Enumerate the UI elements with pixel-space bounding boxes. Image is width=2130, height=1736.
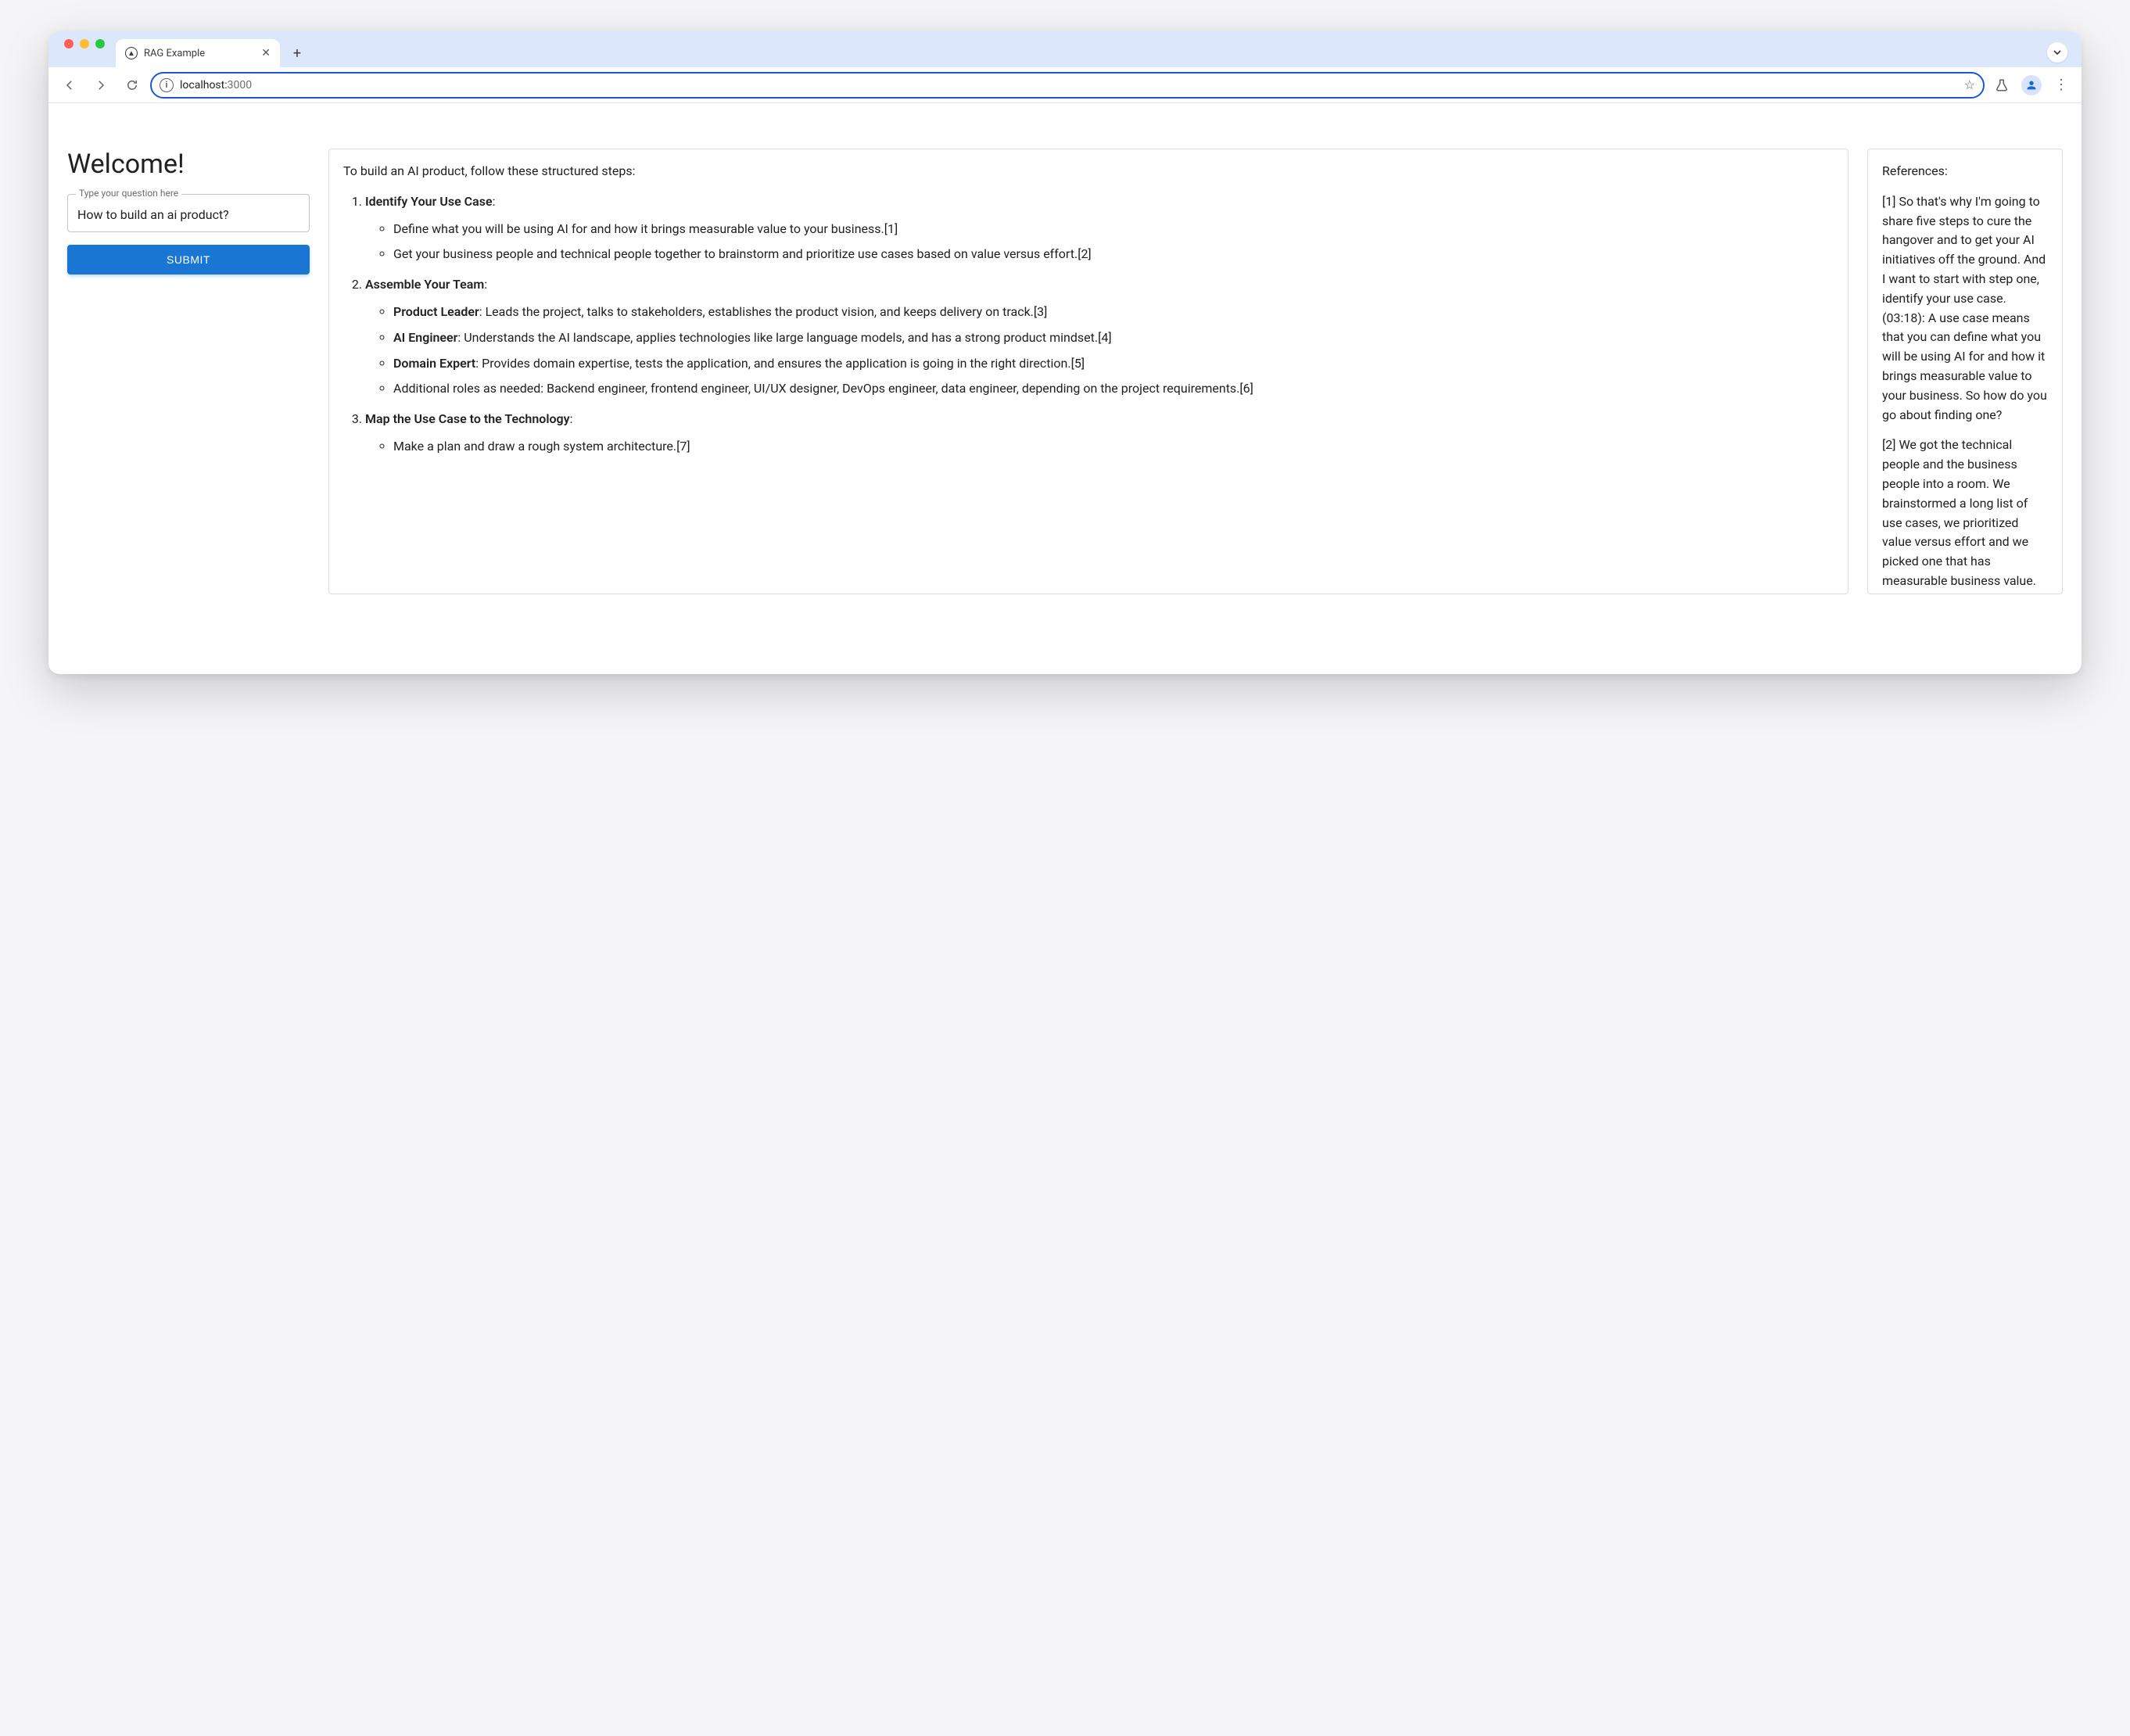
overflow-menu-button[interactable]: ⋮ bbox=[2049, 73, 2074, 98]
step-bullets: Product Leader: Leads the project, talks… bbox=[365, 303, 1834, 399]
references-card: References: [1] So that's why I'm going … bbox=[1867, 149, 2063, 594]
back-button[interactable] bbox=[56, 72, 83, 99]
tab-overflow-button[interactable] bbox=[2047, 42, 2067, 63]
close-window-button[interactable] bbox=[64, 39, 74, 48]
favicon-icon: ▲ bbox=[125, 47, 138, 59]
reference-item: [1] So that's why I'm going to share fiv… bbox=[1882, 192, 2048, 425]
close-tab-button[interactable]: ✕ bbox=[261, 47, 271, 59]
maximize-window-button[interactable] bbox=[95, 39, 105, 48]
bullet-item: Define what you will be using AI for and… bbox=[393, 220, 1834, 239]
answer-intro: To build an AI product, follow these str… bbox=[343, 162, 1834, 181]
forward-button[interactable] bbox=[88, 72, 114, 99]
step-bullets: Make a plan and draw a rough system arch… bbox=[365, 437, 1834, 457]
new-tab-button[interactable]: + bbox=[286, 42, 308, 64]
step-title: Assemble Your Team: bbox=[365, 277, 487, 292]
bullet-item: Domain Expert: Provides domain expertise… bbox=[393, 354, 1834, 374]
step-item: Identify Your Use Case: Define what you w… bbox=[365, 192, 1834, 264]
question-input[interactable] bbox=[77, 207, 299, 222]
page-title: Welcome! bbox=[67, 149, 310, 180]
tab-strip: ▲ RAG Example ✕ + bbox=[48, 31, 2082, 67]
reload-button[interactable] bbox=[119, 72, 145, 99]
bullet-item: AI Engineer: Understands the AI landscap… bbox=[393, 328, 1834, 348]
bullet-item: Additional roles as needed: Backend engi… bbox=[393, 379, 1834, 399]
site-info-icon[interactable]: i bbox=[160, 78, 174, 92]
browser-toolbar: i localhost:3000 ☆ ⋮ bbox=[48, 67, 2082, 103]
browser-tab[interactable]: ▲ RAG Example ✕ bbox=[116, 39, 280, 67]
bullet-item: Make a plan and draw a rough system arch… bbox=[393, 437, 1834, 457]
step-item: Map the Use Case to the Technology: Make … bbox=[365, 410, 1834, 457]
bullet-item: Product Leader: Leads the project, talks… bbox=[393, 303, 1834, 322]
references-body: [1] So that's why I'm going to share fiv… bbox=[1882, 192, 2048, 594]
tab-title: RAG Example bbox=[144, 48, 205, 59]
question-field: Type your question here bbox=[67, 194, 310, 232]
minimize-window-button[interactable] bbox=[80, 39, 89, 48]
question-label: Type your question here bbox=[76, 188, 181, 199]
steps-list: Identify Your Use Case: Define what you w… bbox=[343, 192, 1834, 457]
bookmark-star-icon[interactable]: ☆ bbox=[1964, 77, 1975, 92]
step-title: Identify Your Use Case: bbox=[365, 194, 495, 209]
references-title: References: bbox=[1882, 162, 2048, 181]
step-item: Assemble Your Team: Product Leader: Leads… bbox=[365, 275, 1834, 399]
step-bullets: Define what you will be using AI for and… bbox=[365, 220, 1834, 265]
bullet-item: Get your business people and technical p… bbox=[393, 245, 1834, 264]
submit-button[interactable]: SUBMIT bbox=[67, 245, 310, 274]
profile-button[interactable] bbox=[2019, 73, 2044, 98]
reference-item: [2] We got the technical people and the … bbox=[1882, 436, 2048, 594]
browser-window: ▲ RAG Example ✕ + i localhost:3000 ☆ bbox=[48, 31, 2082, 674]
step-title: Map the Use Case to the Technology: bbox=[365, 411, 572, 426]
window-controls bbox=[64, 39, 105, 48]
url-host: localhost:3000 bbox=[180, 79, 252, 91]
avatar-icon bbox=[2021, 75, 2042, 95]
address-bar[interactable]: i localhost:3000 ☆ bbox=[150, 72, 1985, 99]
page-content: Welcome! Type your question here SUBMIT … bbox=[48, 103, 2082, 674]
labs-icon[interactable] bbox=[1989, 73, 2014, 98]
answer-card: To build an AI product, follow these str… bbox=[328, 149, 1849, 594]
query-panel: Welcome! Type your question here SUBMIT bbox=[67, 149, 310, 274]
